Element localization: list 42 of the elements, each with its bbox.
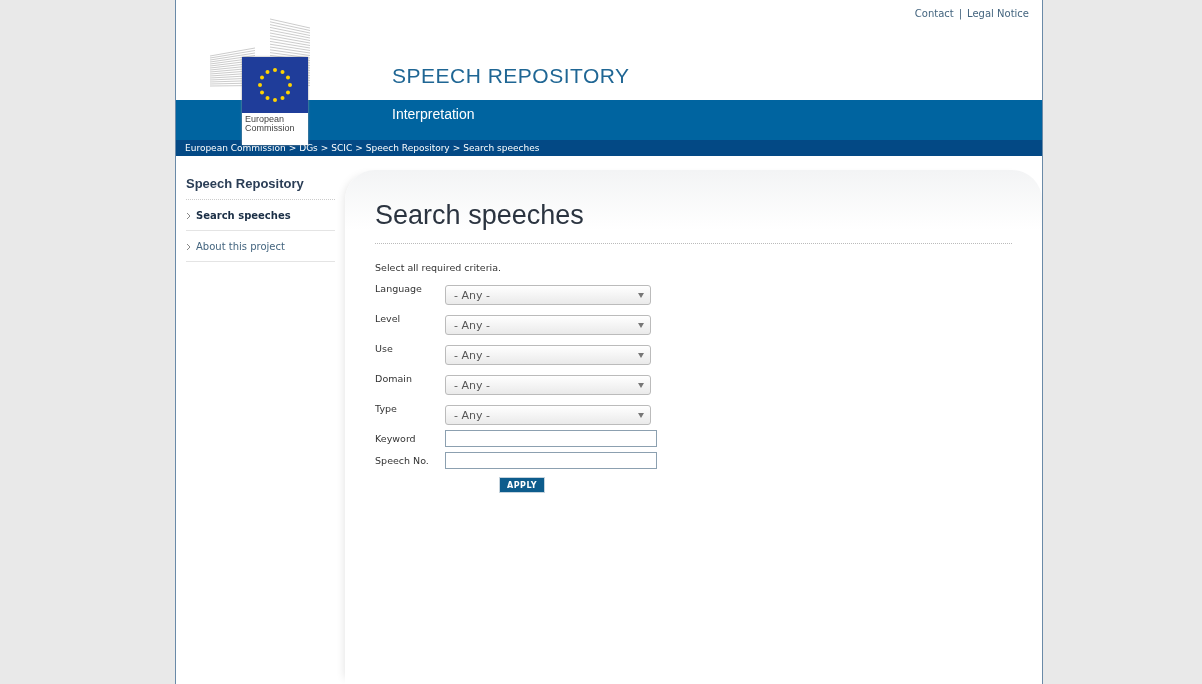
breadcrumb-link[interactable]: European Commission bbox=[185, 143, 286, 153]
site-title: SPEECH REPOSITORY bbox=[392, 64, 630, 88]
field-label: Level bbox=[375, 313, 402, 324]
chevron-icon bbox=[186, 211, 191, 220]
instructions-text: Select all required criteria. bbox=[375, 262, 503, 273]
top-link[interactable]: Contact bbox=[914, 8, 954, 19]
field-label: Use bbox=[375, 343, 394, 354]
sidebar-title: Speech Repository bbox=[186, 170, 336, 200]
logo-caption: European Commission bbox=[244, 113, 296, 135]
dropdown-arrow-icon bbox=[638, 412, 645, 418]
field-label: Keyword bbox=[375, 433, 417, 444]
sidebar-item[interactable]: Search speeches bbox=[186, 200, 336, 231]
field-label: Language bbox=[375, 283, 423, 294]
dropdown-arrow-icon bbox=[638, 382, 645, 388]
breadcrumb-link[interactable]: SCIC bbox=[331, 143, 353, 153]
breadcrumb-separator: > bbox=[288, 143, 297, 153]
chevron-icon bbox=[186, 242, 191, 251]
select-field[interactable]: - Any - bbox=[445, 285, 652, 305]
select-field[interactable]: - Any - bbox=[445, 345, 652, 365]
apply-button[interactable]: APPLY bbox=[499, 477, 546, 493]
breadcrumb-link[interactable]: Search speeches bbox=[463, 143, 540, 153]
site-subtitle: Interpretation bbox=[392, 106, 475, 122]
eu-flag-icon bbox=[242, 57, 308, 113]
breadcrumb-link[interactable]: Speech Repository bbox=[365, 143, 450, 153]
select-field[interactable]: - Any - bbox=[445, 405, 652, 425]
select-field[interactable]: - Any - bbox=[445, 375, 652, 395]
breadcrumb-separator: > bbox=[355, 143, 363, 153]
link-separator: | bbox=[958, 8, 963, 19]
sidebar-item[interactable]: About this project bbox=[186, 231, 336, 262]
page-title: Search speeches bbox=[375, 200, 1012, 244]
input-field[interactable] bbox=[445, 430, 658, 447]
field-label: Speech No. bbox=[375, 455, 430, 466]
breadcrumb-separator: > bbox=[320, 143, 329, 153]
dropdown-arrow-icon bbox=[638, 352, 645, 358]
input-field[interactable] bbox=[445, 452, 658, 469]
breadcrumb-separator: > bbox=[452, 143, 461, 153]
field-label: Type bbox=[375, 403, 398, 414]
select-field[interactable]: - Any - bbox=[445, 315, 652, 335]
field-label: Domain bbox=[375, 373, 413, 384]
dropdown-arrow-icon bbox=[638, 292, 645, 298]
top-link[interactable]: Legal Notice bbox=[967, 8, 1029, 19]
dropdown-arrow-icon bbox=[638, 322, 645, 328]
